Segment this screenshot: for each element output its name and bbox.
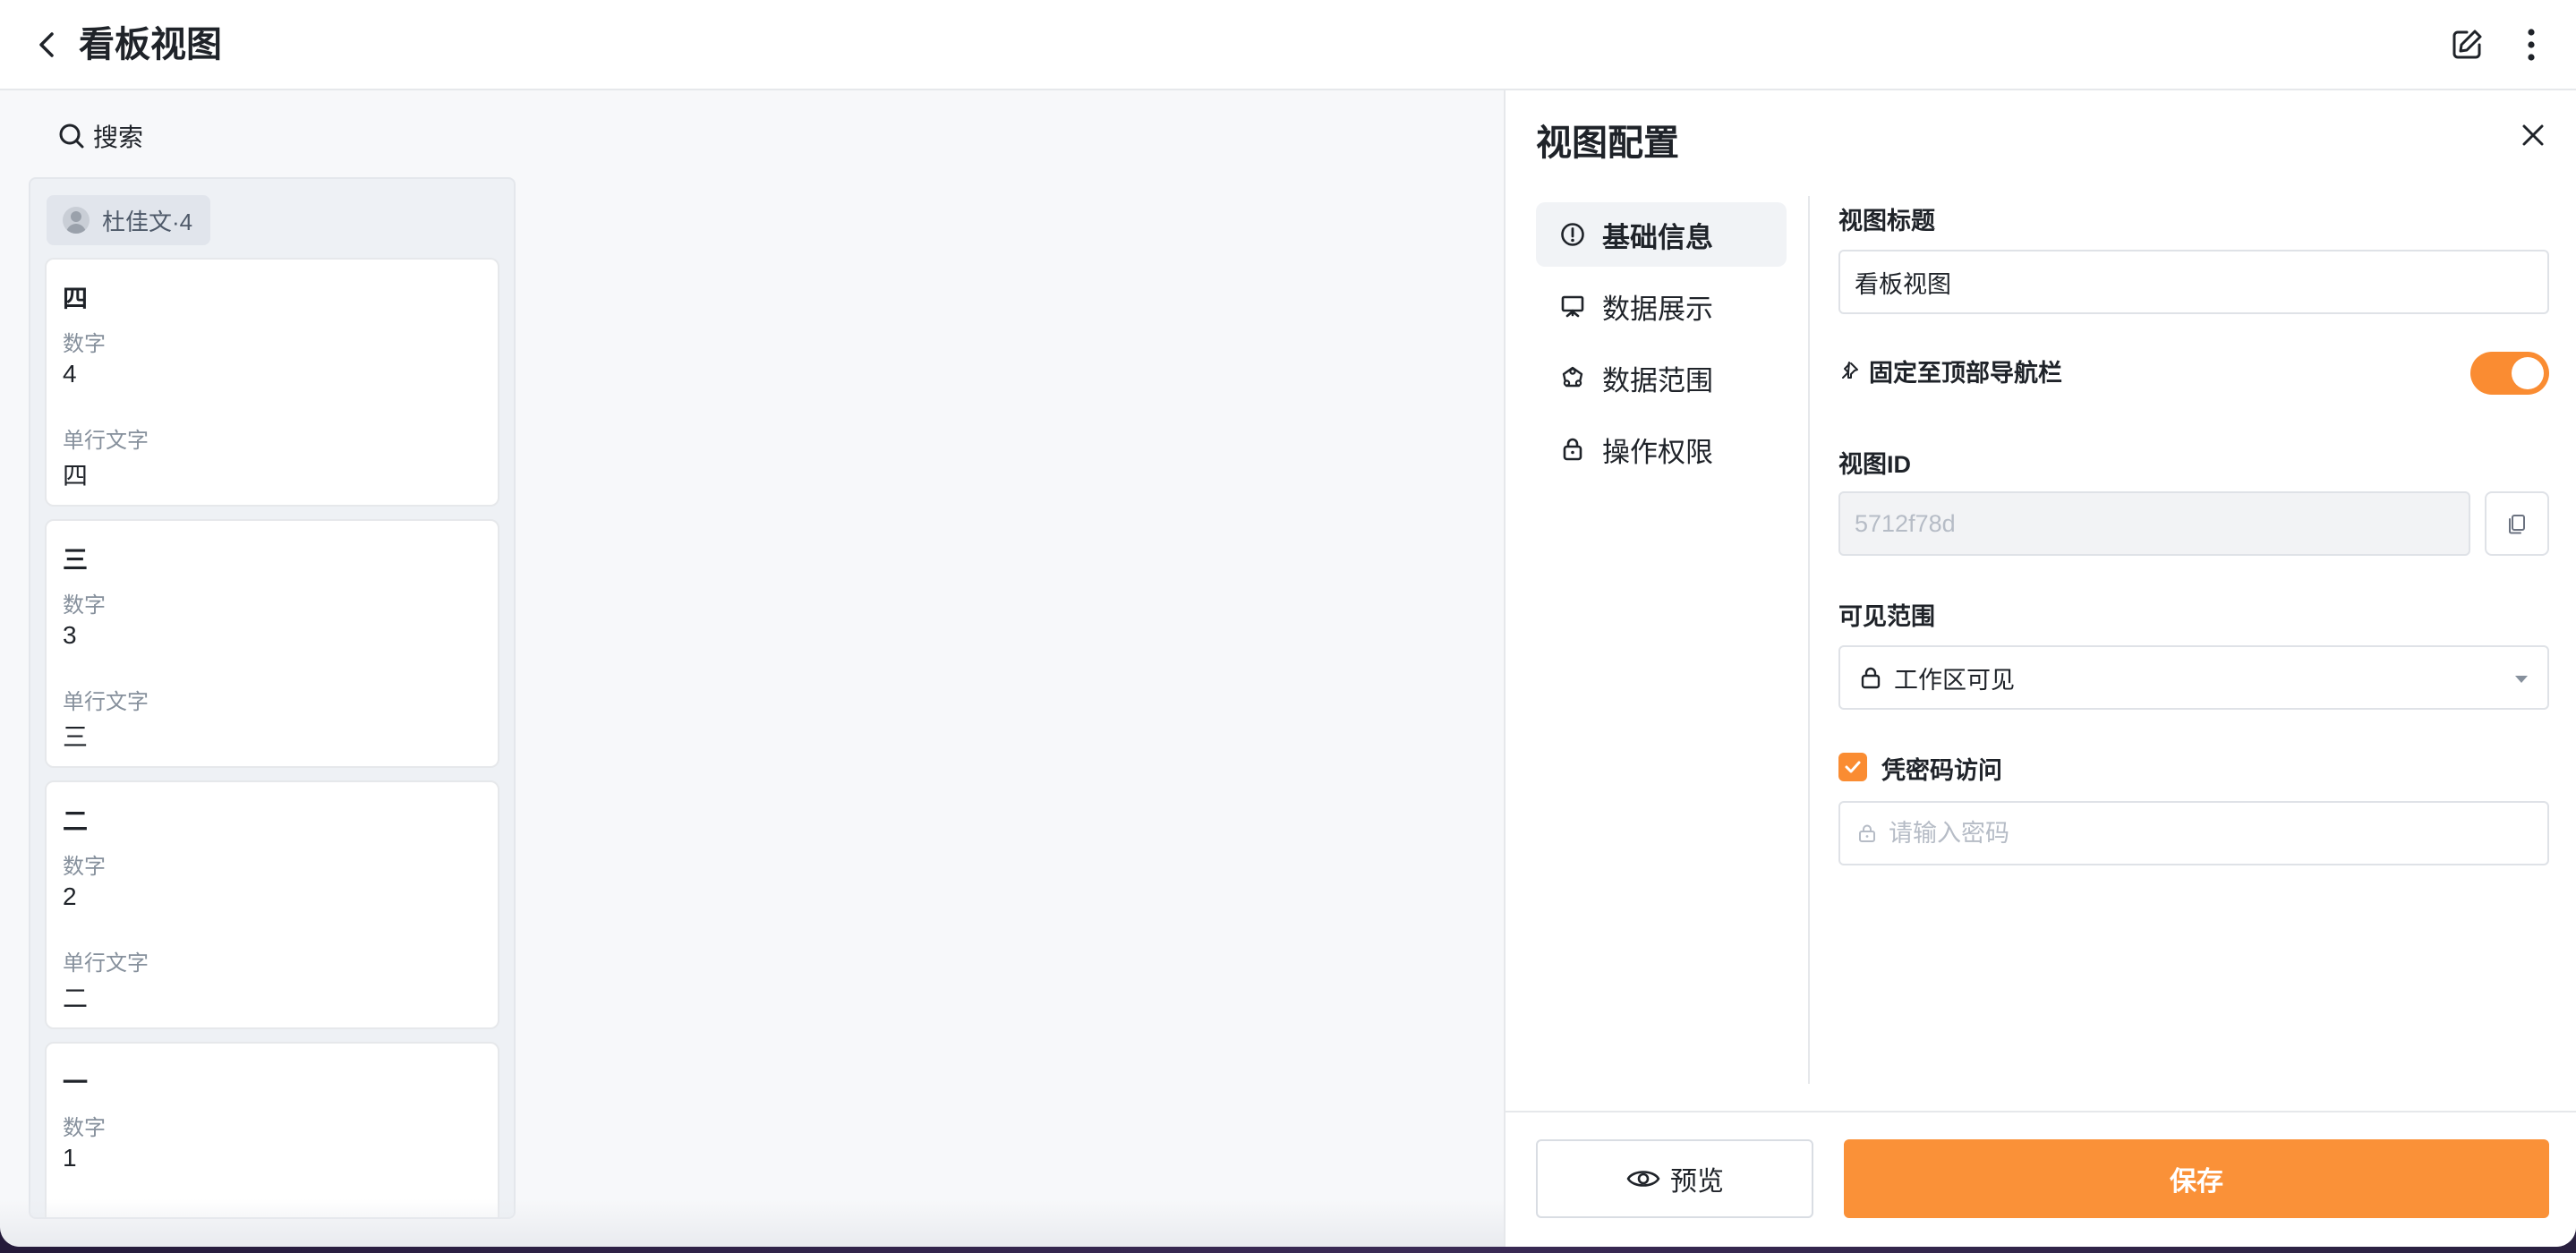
- group-name: 杜佳文·4: [102, 208, 193, 235]
- close-icon: [2522, 124, 2544, 146]
- field-value: 1: [63, 1144, 77, 1172]
- nav-item-label: 数据范围: [1602, 364, 1713, 396]
- info-icon: [1561, 223, 1584, 246]
- nav-item-data-scope[interactable]: 数据范围: [1536, 345, 1787, 410]
- kanban-card[interactable]: 一 数字 1: [45, 1042, 499, 1217]
- field-value: 4: [63, 360, 77, 388]
- preview-button[interactable]: 预览: [1536, 1139, 1813, 1218]
- edit-button[interactable]: [2447, 25, 2486, 64]
- group-header[interactable]: 杜佳文·4: [47, 195, 211, 245]
- eye-icon: [1626, 1171, 1660, 1187]
- visibility-select[interactable]: 工作区可见: [1838, 645, 2549, 710]
- more-vertical-icon: [2528, 29, 2535, 61]
- search-button[interactable]: 搜索: [57, 116, 143, 156]
- lock-icon: [1563, 438, 1582, 461]
- view-id-field: 5712f78d: [1838, 491, 2470, 556]
- more-options-button[interactable]: [2513, 25, 2549, 64]
- preview-label: 预览: [1670, 1167, 1724, 1197]
- pin-row: 固定至顶部导航栏: [1838, 354, 2062, 388]
- close-button[interactable]: [2515, 117, 2551, 153]
- password-input[interactable]: [1889, 819, 2515, 848]
- password-access-label: 凭密码访问: [1881, 757, 2002, 784]
- board-bottom-fade: [0, 1199, 1504, 1247]
- field-value: 三: [63, 723, 89, 751]
- nav-item-permissions[interactable]: 操作权限: [1536, 417, 1787, 482]
- save-button[interactable]: 保存: [1844, 1139, 2549, 1218]
- field-label: 单行文字: [63, 429, 149, 453]
- nav-item-label: 操作权限: [1602, 436, 1713, 468]
- drawer-title: 视图配置: [1536, 124, 1679, 163]
- search-label: 搜索: [93, 124, 144, 151]
- view-id-label: 视图ID: [1838, 451, 1911, 478]
- field-label: 单行文字: [63, 951, 149, 976]
- card-title: 二: [63, 807, 89, 835]
- card-title: 四: [63, 285, 89, 312]
- footer-divider: [1506, 1111, 2576, 1112]
- view-config-drawer: 视图配置 基础信息 数据展示 数据范围 操作权限 视图标题 看板视图 固定至顶部…: [1504, 90, 2576, 1247]
- password-checkbox[interactable]: [1838, 753, 1867, 781]
- pin-icon: [1842, 361, 1858, 379]
- back-button[interactable]: [30, 27, 66, 63]
- chevron-down-icon: [2515, 676, 2528, 683]
- card-title: 一: [63, 1069, 89, 1096]
- kanban-card[interactable]: 四 数字 4 单行文字 四: [45, 258, 499, 507]
- field-value: 二: [63, 984, 89, 1012]
- pin-label: 固定至顶部导航栏: [1869, 360, 2062, 387]
- field-label: 数字: [63, 1116, 106, 1140]
- edit-icon: [2452, 30, 2482, 59]
- view-title-label: 视图标题: [1838, 208, 1935, 234]
- top-header: 看板视图: [0, 0, 2576, 90]
- field-label: 数字: [63, 332, 106, 356]
- kanban-column: 杜佳文·4 四 数字 4 单行文字 四 三 数字 3 单行文字 三 二 数字 2…: [29, 177, 516, 1219]
- chevron-left-icon: [39, 32, 54, 57]
- lock-icon: [1859, 824, 1875, 842]
- field-value: 3: [63, 621, 77, 649]
- page-title: 看板视图: [79, 25, 222, 64]
- nav-item-basic-info[interactable]: 基础信息: [1536, 202, 1787, 267]
- field-value: 四: [63, 462, 89, 490]
- presentation-icon: [1561, 295, 1584, 318]
- nav-divider: [1808, 196, 1810, 1084]
- check-icon: [1845, 761, 1861, 773]
- field-label: 数字: [63, 855, 106, 879]
- password-input-wrapper[interactable]: [1838, 801, 2549, 865]
- field-value: 2: [63, 882, 77, 910]
- search-icon: [59, 124, 84, 149]
- field-label: 单行文字: [63, 690, 149, 714]
- app-window: 看板视图 搜索 杜佳文·4 四 数字 4 单行文字 四 三 数字 3 单行文字 …: [0, 0, 2576, 1247]
- copy-icon: [2509, 515, 2525, 534]
- nav-item-label: 基础信息: [1602, 221, 1713, 253]
- kanban-card[interactable]: 三 数字 3 单行文字 三: [45, 519, 499, 768]
- pin-toggle[interactable]: [2470, 352, 2549, 395]
- nav-item-data-display[interactable]: 数据展示: [1536, 274, 1787, 338]
- view-title-input[interactable]: 看板视图: [1838, 250, 2549, 314]
- user-avatar-icon: [63, 207, 90, 234]
- card-title: 三: [63, 546, 89, 574]
- visibility-label: 可见范围: [1838, 603, 1935, 630]
- nav-item-label: 数据展示: [1602, 293, 1713, 325]
- lock-icon: [1861, 667, 1881, 689]
- copy-id-button[interactable]: [2485, 491, 2549, 556]
- save-label: 保存: [2170, 1167, 2223, 1197]
- visibility-value: 工作区可见: [1894, 666, 2015, 694]
- data-scope-icon: [1562, 366, 1583, 388]
- kanban-card[interactable]: 二 数字 2 单行文字 二: [45, 780, 499, 1029]
- field-label: 数字: [63, 593, 106, 618]
